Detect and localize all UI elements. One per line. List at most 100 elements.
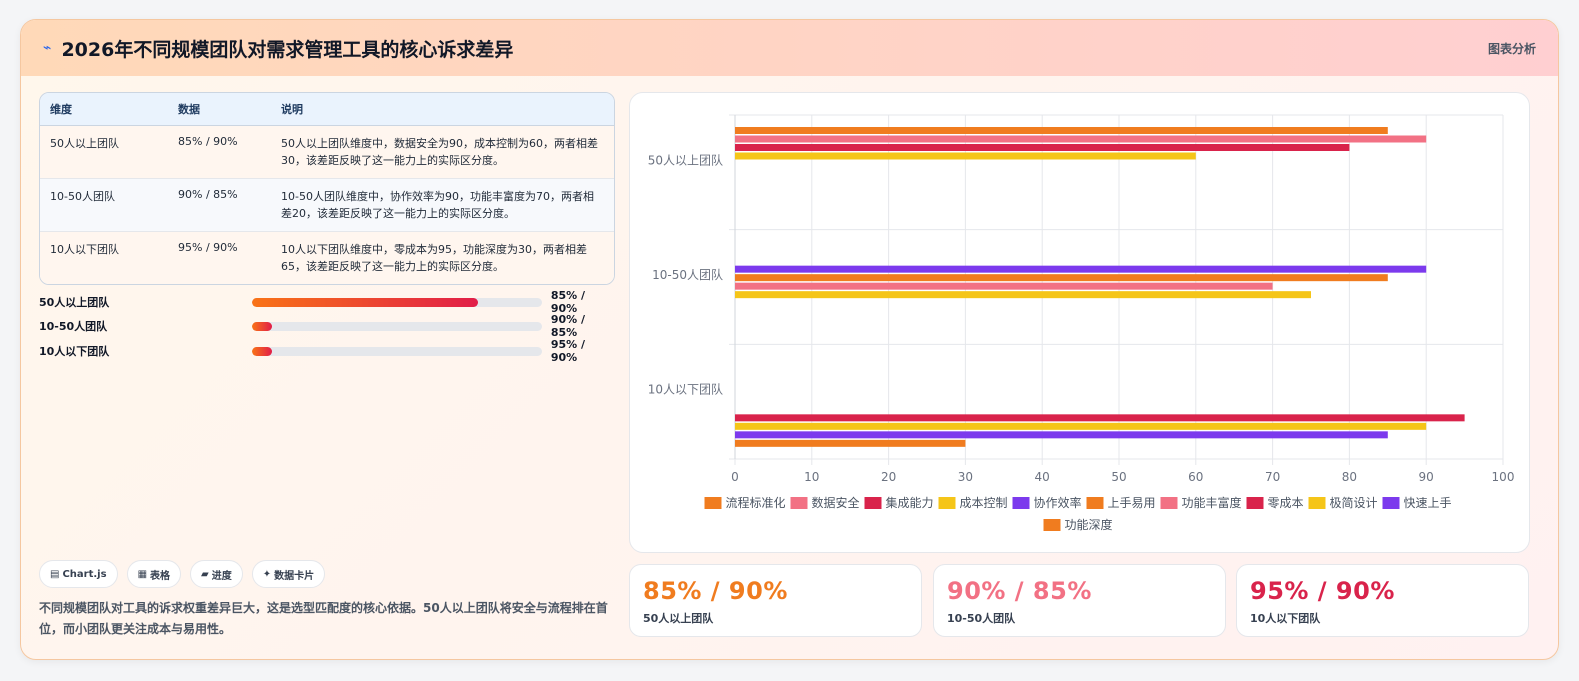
summary-text: 不同规模团队对工具的诉求权重差异巨大，这是选型匹配度的核心依据。50人以上团队将… bbox=[39, 601, 608, 636]
analysis-card: ⌁ 2026年不同规模团队对需求管理工具的核心诉求差异 图表分析 维度 数据 说… bbox=[20, 19, 1559, 660]
progress-fill bbox=[251, 321, 272, 331]
y-category-label: 10人以下团队 bbox=[648, 382, 723, 397]
table-cell-data: 90% / 85% bbox=[178, 188, 238, 201]
table-header-cell: 说明 bbox=[281, 102, 303, 116]
table-header-row: 维度 数据 说明 bbox=[40, 93, 614, 126]
progress-track bbox=[251, 297, 542, 307]
chip-table[interactable]: ▦ 表格 bbox=[126, 560, 182, 588]
bar-流程标准化 bbox=[735, 127, 1388, 134]
card-header: ⌁ 2026年不同规模团队对需求管理工具的核心诉求差异 图表分析 bbox=[21, 20, 1558, 76]
chip-data-cards[interactable]: ✦ 数据卡片 bbox=[251, 560, 326, 588]
progress-value: 90% / 85% bbox=[550, 313, 585, 339]
kpi-card: 95% / 90% 10人以下团队 bbox=[1236, 564, 1529, 637]
legend-label: 上手易用 bbox=[1108, 496, 1156, 510]
chip-label: 表格 bbox=[150, 570, 171, 582]
progress-label: 50人以上团队 bbox=[39, 296, 110, 309]
legend-label: 功能深度 bbox=[1065, 517, 1113, 532]
legend-swatch bbox=[1246, 497, 1264, 509]
table-row: 10-50人团队 90% / 85% 10-50人团队维度中，协作效率为90，功… bbox=[40, 179, 614, 232]
bar-成本控制 bbox=[735, 152, 1196, 160]
table-cell-dimension: 50人以上团队 bbox=[50, 137, 119, 150]
x-tick-label: 100 bbox=[1492, 470, 1515, 484]
legend-swatch bbox=[704, 497, 722, 509]
table-cell-note: 10-50人团队维度中，协作效率为90，功能丰富度为70，两者相差20，该差距反… bbox=[281, 190, 594, 220]
legend-label: 零成本 bbox=[1268, 496, 1304, 510]
progress-fill bbox=[251, 346, 272, 356]
bar-零成本 bbox=[735, 414, 1465, 422]
x-tick-label: 80 bbox=[1342, 470, 1357, 484]
chip-label: Chart.js bbox=[62, 568, 107, 580]
chip-progress[interactable]: ▰ 进度 bbox=[190, 560, 243, 588]
legend-label: 协作效率 bbox=[1034, 495, 1082, 510]
legend-label: 集成能力 bbox=[886, 495, 934, 510]
table-cell-dimension: 10人以下团队 bbox=[50, 243, 119, 256]
table-cell-note: 10人以下团队维度中，零成本为95，功能深度为30，两者相差65，该差距反映了这… bbox=[281, 243, 587, 273]
table-cell-dimension: 10-50人团队 bbox=[50, 190, 115, 203]
chip-label: 数据卡片 bbox=[274, 570, 315, 582]
legend-swatch bbox=[790, 497, 808, 509]
bar-功能深度 bbox=[735, 439, 966, 447]
table-header-cell: 数据 bbox=[178, 103, 200, 116]
legend-swatch bbox=[1382, 497, 1400, 509]
kpi-card: 90% / 85% 10-50人团队 bbox=[933, 564, 1226, 637]
table-row: 10人以下团队 95% / 90% 10人以下团队维度中，零成本为95，功能深度… bbox=[40, 232, 614, 284]
progress-value: 85% / 90% bbox=[550, 289, 585, 315]
x-tick-label: 40 bbox=[1035, 470, 1050, 484]
table-cell-data: 85% / 90% bbox=[178, 135, 238, 148]
legend-label: 成本控制 bbox=[960, 496, 1008, 510]
legend-swatch bbox=[938, 497, 956, 509]
kpi-value: 85% / 90% bbox=[643, 577, 788, 605]
progress-track bbox=[251, 321, 542, 331]
chip-chartjs[interactable]: ▤ Chart.js bbox=[39, 560, 118, 588]
progress-icon: ▰ bbox=[201, 568, 209, 580]
progress-row: 10-50人团队 90% / 85% bbox=[39, 313, 615, 339]
y-category-label: 10-50人团队 bbox=[652, 267, 723, 282]
table-cell-note: 50人以上团队维度中，数据安全为90，成本控制为60，两者相差30，该差距反映了… bbox=[281, 137, 598, 167]
bar-协作效率 bbox=[735, 265, 1427, 273]
legend-label: 数据安全 bbox=[812, 495, 860, 510]
x-tick-label: 0 bbox=[731, 470, 739, 484]
kpi-label: 10-50人团队 bbox=[947, 612, 1016, 625]
legend-swatch bbox=[1012, 497, 1030, 509]
x-tick-label: 90 bbox=[1419, 470, 1434, 484]
x-tick-label: 70 bbox=[1265, 470, 1280, 484]
lightning-icon: ⌁ bbox=[43, 40, 52, 56]
bar-上手易用 bbox=[735, 274, 1388, 282]
bar-chart: 0 10 20 30 40 50 60 70 80 90 100 50人以上团队 10-50人团队 10人… bbox=[648, 114, 1515, 532]
progress-track bbox=[251, 346, 542, 356]
progress-fill bbox=[251, 297, 478, 307]
legend-swatch bbox=[1086, 497, 1104, 509]
legend-swatch bbox=[1160, 497, 1178, 509]
table-icon: ▦ bbox=[137, 568, 148, 580]
progress-row: 50人以上团队 85% / 90% bbox=[39, 289, 615, 315]
data-table: 维度 数据 说明 50人以上团队 85% / 90% 50人以上团队维度中，数据… bbox=[39, 92, 615, 285]
legend-swatch bbox=[864, 497, 882, 509]
x-tick-label: 50 bbox=[1111, 470, 1126, 484]
kpi-card: 85% / 90% 50人以上团队 bbox=[629, 564, 922, 637]
bar-数据安全 bbox=[735, 135, 1427, 143]
progress-row: 10人以下团队 95% / 90% bbox=[39, 338, 615, 364]
progress-label: 10人以下团队 bbox=[39, 345, 110, 358]
sparkle-icon: ✦ bbox=[262, 568, 272, 580]
legend-label: 功能丰富度 bbox=[1182, 495, 1242, 510]
legend-swatch bbox=[1043, 519, 1061, 531]
kpi-value: 95% / 90% bbox=[1250, 577, 1395, 605]
bar-功能丰富度 bbox=[735, 282, 1273, 290]
legend-label: 极简设计 bbox=[1330, 496, 1378, 510]
legend-swatch bbox=[1308, 497, 1326, 509]
y-category-label: 50人以上团队 bbox=[648, 152, 723, 167]
bar-极简设计 bbox=[735, 422, 1427, 430]
chart-panel: 0 10 20 30 40 50 60 70 80 90 100 50人以上团队 10-50人团队 10人… bbox=[629, 92, 1530, 553]
chart-icon: ▤ bbox=[50, 568, 60, 580]
view-chips: ▤ Chart.js ▦ 表格 ▰ 进度 ✦ 数据卡片 bbox=[39, 560, 326, 588]
chart-analysis-tag: 图表分析 bbox=[1487, 41, 1536, 56]
progress-value: 95% / 90% bbox=[550, 338, 585, 364]
table-header-cell: 维度 bbox=[50, 103, 72, 116]
progress-label: 10-50人团队 bbox=[39, 320, 108, 333]
kpi-value: 90% / 85% bbox=[947, 577, 1092, 605]
page-title: 2026年不同规模团队对需求管理工具的核心诉求差异 bbox=[61, 38, 514, 61]
kpi-label: 10人以下团队 bbox=[1250, 612, 1321, 625]
legend-label: 流程标准化 bbox=[726, 495, 786, 510]
x-tick-label: 30 bbox=[958, 470, 973, 484]
table-row: 50人以上团队 85% / 90% 50人以上团队维度中，数据安全为90，成本控… bbox=[40, 126, 614, 179]
